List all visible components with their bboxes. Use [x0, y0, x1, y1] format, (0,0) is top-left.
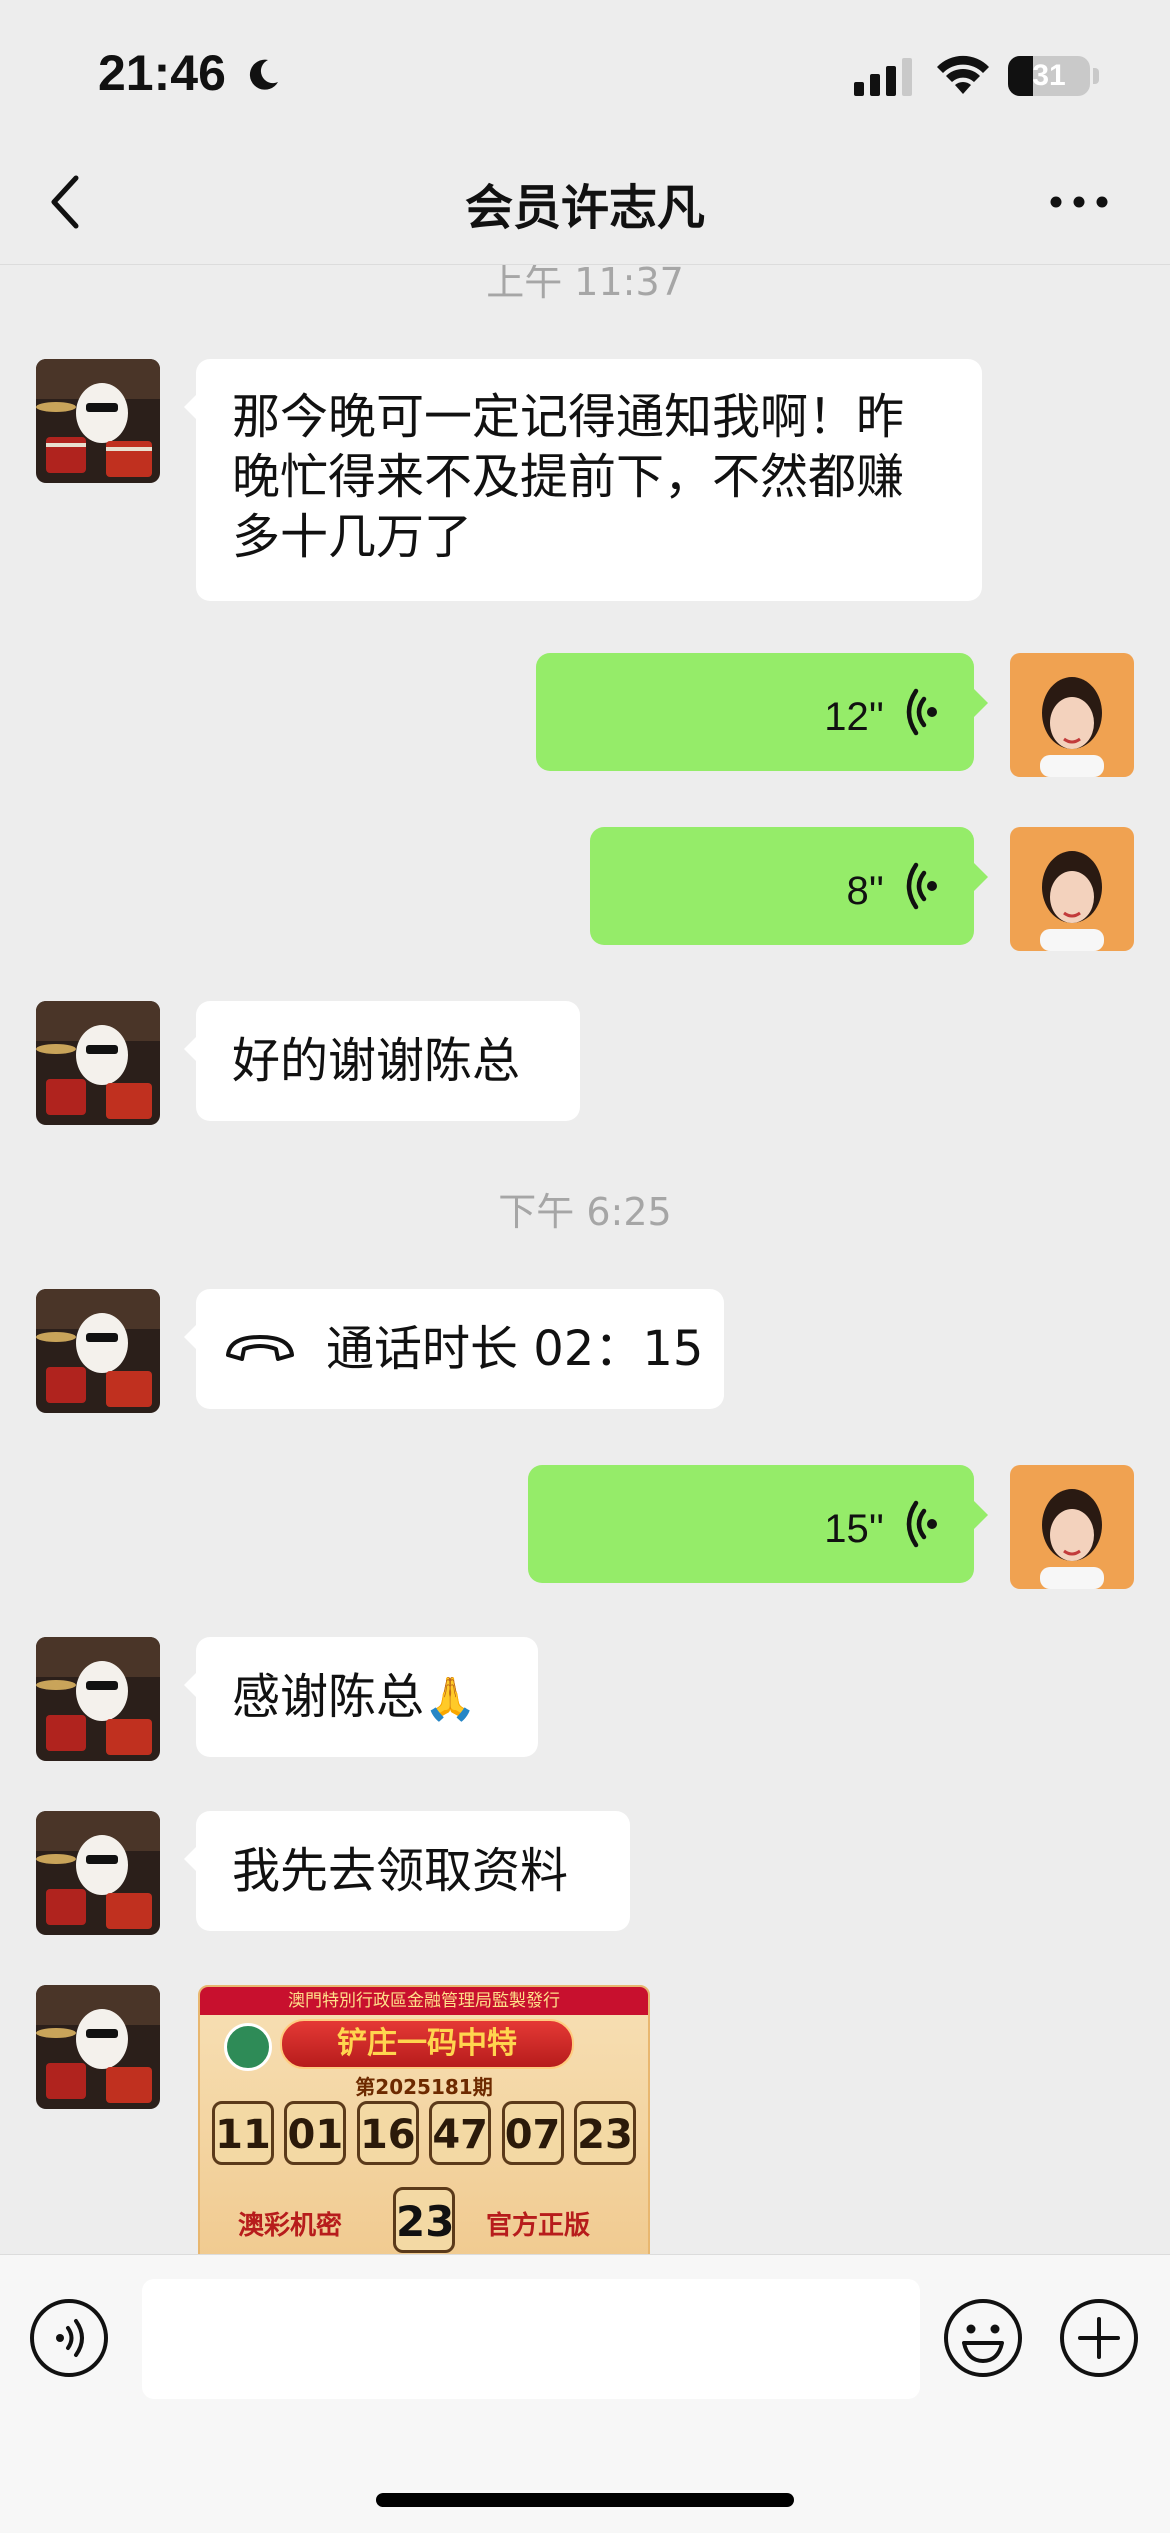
input-bar: [0, 2254, 1170, 2533]
woman-portrait-image: [1010, 653, 1134, 777]
bubble-tail: [974, 1501, 988, 1529]
contact-avatar[interactable]: [36, 1985, 160, 2109]
contact-avatar[interactable]: [36, 359, 160, 483]
contact-avatar[interactable]: [36, 1811, 160, 1935]
more-options-icon[interactable]: [1048, 192, 1110, 212]
contact-avatar[interactable]: [36, 1637, 160, 1761]
chat-header: 会员许志凡: [0, 140, 1170, 265]
battery-cap: [1093, 68, 1099, 84]
bubble-tail: [974, 689, 988, 717]
lottery-header: 澳門特別行政區金融管理局監製發行: [200, 1987, 648, 2015]
message-bubble-incoming[interactable]: 好的谢谢陈总: [196, 1001, 580, 1121]
lottery-number: 07: [501, 2101, 564, 2165]
lottery-label-right: 官方正版: [486, 2211, 591, 2241]
bubble-tail: [974, 863, 988, 891]
timestamp: 上午 11:37: [486, 265, 684, 304]
cat-drummer-image: [36, 1289, 160, 1413]
message-line: 晚忙得来不及提前下，不然都赚: [232, 449, 905, 505]
voice-input-icon[interactable]: [28, 2297, 110, 2379]
woman-portrait-image: [1010, 1465, 1134, 1589]
lottery-number: 47: [429, 2101, 492, 2165]
cat-drummer-image: [36, 1811, 160, 1935]
voice-duration: 8'': [846, 869, 884, 913]
wifi-icon: [937, 55, 989, 94]
lottery-number: 11: [212, 2101, 274, 2165]
lottery-number: 01: [284, 2101, 347, 2165]
lottery-number: 16: [356, 2101, 419, 2165]
message-input[interactable]: [142, 2279, 920, 2399]
my-avatar[interactable]: [1010, 827, 1134, 951]
battery-percent: 31: [1032, 59, 1066, 92]
status-bar: 21:46 31: [0, 0, 1170, 140]
cat-drummer-image: [36, 1985, 160, 2109]
message-text: 我先去领取资料: [232, 1843, 569, 1899]
cat-drummer-image: [36, 1637, 160, 1761]
lottery-label-left: 澳彩机密: [238, 2211, 343, 2241]
moon-icon: [249, 59, 278, 90]
my-avatar[interactable]: [1010, 1465, 1134, 1589]
message-line: 多十几万了: [232, 509, 473, 565]
woman-portrait-image: [1010, 827, 1134, 951]
battery-indicator: 31: [1008, 56, 1090, 96]
message-bubble-incoming[interactable]: 那今晚可一定记得通知我啊！昨 晚忙得来不及提前下，不然都赚 多十几万了: [196, 359, 982, 601]
message-list[interactable]: 上午 11:37 那今晚可一定记得通知我啊！昨 晚忙得来不及提前下，不然都赚 多…: [0, 265, 1170, 2255]
lottery-numbers: 11 01 16 47 07 23: [212, 2101, 636, 2165]
message-bubble-incoming[interactable]: 感谢陈总🙏: [196, 1637, 538, 1757]
message-bubble-incoming[interactable]: 我先去领取资料: [196, 1811, 630, 1931]
voice-message-outgoing[interactable]: 12'': [536, 653, 974, 771]
emblem-icon: [224, 2023, 272, 2071]
message-text: 好的谢谢陈总: [232, 1033, 521, 1089]
cellular-signal-icon: [854, 58, 912, 96]
voice-message-outgoing[interactable]: 8'': [590, 827, 974, 945]
lottery-image-message[interactable]: 澳門特別行政區金融管理局監製發行 铲庄一码中特 第2025181期 11 01 …: [198, 1985, 650, 2255]
chat-title: 会员许志凡: [464, 180, 705, 236]
voice-wave-icon: [906, 862, 937, 910]
voice-message-outgoing[interactable]: 15'': [528, 1465, 974, 1583]
lottery-title: 铲庄一码中特: [280, 2019, 574, 2069]
timestamp: 下午 6:25: [498, 1190, 672, 1234]
lottery-special-number: 23: [393, 2187, 455, 2253]
add-icon[interactable]: [1058, 2297, 1140, 2379]
cat-drummer-image: [36, 359, 160, 483]
voice-wave-icon: [906, 688, 937, 736]
contact-avatar[interactable]: [36, 1001, 160, 1125]
message-text: 感谢陈总: [232, 1669, 425, 1725]
status-time: 21:46: [98, 45, 226, 101]
lottery-issue: 第2025181期: [355, 2075, 493, 2099]
cat-drummer-image: [36, 1001, 160, 1125]
contact-avatar[interactable]: [36, 1289, 160, 1413]
voice-duration: 12'': [824, 695, 884, 739]
folded-hands-emoji: 🙏: [424, 1674, 477, 1723]
message-line: 那今晚可一定记得通知我啊！昨: [232, 389, 905, 445]
call-duration-text: 通话时长 02：15: [326, 1321, 704, 1377]
call-record-bubble[interactable]: 通话时长 02：15: [196, 1289, 724, 1409]
my-avatar[interactable]: [1010, 653, 1134, 777]
voice-duration: 15'': [824, 1507, 884, 1551]
emoji-icon[interactable]: [942, 2297, 1024, 2379]
voice-wave-icon: [906, 1500, 937, 1548]
home-indicator: [376, 2493, 794, 2507]
phone-hangup-icon: [226, 1335, 294, 1361]
lottery-number: 23: [573, 2101, 636, 2165]
